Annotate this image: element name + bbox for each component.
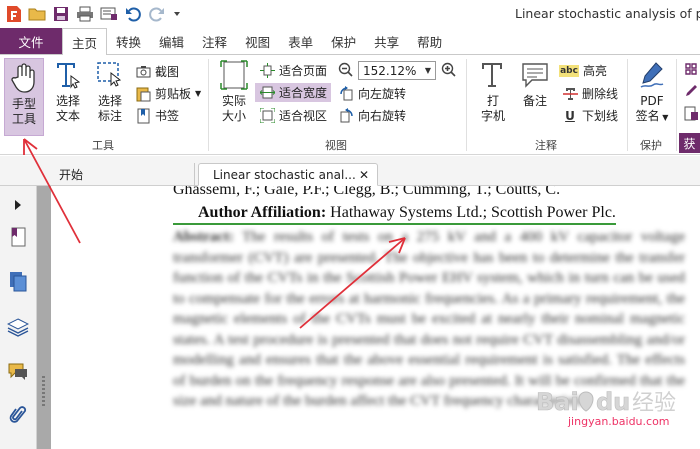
select-text-button[interactable]: 选择 文本 <box>49 58 87 124</box>
pen-sign-icon <box>636 58 668 92</box>
screenshot-button[interactable]: 截图 <box>135 62 179 81</box>
comments-panel-icon[interactable] <box>7 361 29 383</box>
bookmark-panel-icon[interactable] <box>7 226 29 248</box>
email-icon[interactable] <box>100 5 118 23</box>
expand-panel-icon[interactable] <box>7 194 29 216</box>
rotate-left-button[interactable]: 向左旋转 <box>338 84 406 103</box>
group-label-tools: 工具 <box>92 139 114 152</box>
rotate-right-button[interactable]: 向右旋转 <box>338 106 406 125</box>
svg-text:经验: 经验 <box>632 391 676 416</box>
select-annotation-icon <box>94 58 126 92</box>
customize-toolbar-icon[interactable] <box>172 5 182 23</box>
highlight-button[interactable]: abc 高亮 <box>559 61 607 80</box>
stamp-icon[interactable] <box>683 83 699 102</box>
title-bar: Linear stochastic analysis of po <box>0 0 700 28</box>
zoom-in-icon[interactable] <box>441 62 457 81</box>
get-more-button[interactable]: 获 <box>679 133 700 153</box>
layers-panel-icon[interactable] <box>7 316 29 338</box>
svg-text:Bai: Bai <box>536 388 579 416</box>
tab-form[interactable]: 表单 <box>279 28 322 54</box>
print-icon[interactable] <box>76 5 94 23</box>
group-divider <box>208 59 209 151</box>
actual-size-button[interactable]: 实际 大小 <box>215 58 253 124</box>
tab-help[interactable]: 帮助 <box>408 28 451 54</box>
clipboard-icon <box>135 86 151 102</box>
fit-width-icon <box>259 85 275 101</box>
save-icon[interactable] <box>52 5 70 23</box>
open-folder-icon[interactable] <box>28 5 46 23</box>
document-tab-bar: 开始 Linear stochastic anal... ✕ <box>0 156 700 186</box>
actual-size-icon <box>218 58 250 92</box>
tab-view[interactable]: 视图 <box>236 28 279 54</box>
typewriter-button[interactable]: 打 字机 <box>474 58 512 124</box>
paw-icon <box>578 391 594 412</box>
tab-document[interactable]: Linear stochastic anal... ✕ <box>198 163 378 186</box>
tab-comment[interactable]: 注释 <box>193 28 236 54</box>
document-affiliation: Author Affiliation: Hathaway Systems Ltd… <box>173 203 616 225</box>
underline-icon: U <box>565 108 575 123</box>
strikeout-button[interactable]: 删除线 <box>562 84 618 103</box>
chevron-down-icon: ▼ <box>195 89 202 98</box>
tab-protect[interactable]: 保护 <box>322 28 365 54</box>
document-security-icon[interactable] <box>683 106 699 125</box>
strikeout-icon <box>562 86 578 102</box>
panel-resize-handle[interactable] <box>37 186 51 449</box>
watermark-url: jingyan.baidu.com <box>568 415 670 428</box>
chevron-down-icon: ▼ <box>659 113 669 122</box>
rotate-right-icon <box>338 108 354 124</box>
pages-panel-icon[interactable] <box>7 270 29 292</box>
clipboard-button[interactable]: 剪贴板 ▼ <box>135 84 201 103</box>
fit-page-icon <box>259 63 275 79</box>
grid-icon[interactable] <box>683 61 699 80</box>
group-label-protect: 保护 <box>640 139 662 152</box>
zoom-level-select[interactable]: 152.12% ▼ <box>358 61 436 80</box>
bookmark-icon <box>135 108 151 124</box>
group-label-view: 视图 <box>325 139 347 152</box>
fit-visible-button[interactable]: 适合视区 <box>259 106 327 125</box>
tab-edit[interactable]: 编辑 <box>150 28 193 54</box>
group-label-comment: 注释 <box>535 139 557 152</box>
group-divider <box>627 59 628 151</box>
svg-text:du: du <box>596 388 630 416</box>
undo-icon[interactable] <box>124 5 142 23</box>
tab-home[interactable]: 主页 <box>62 28 108 55</box>
camera-icon <box>135 64 151 80</box>
group-divider <box>466 59 467 151</box>
fit-width-button[interactable]: 适合宽度 <box>255 83 332 102</box>
fit-visible-icon <box>259 108 275 124</box>
navigation-panel <box>0 186 37 449</box>
tab-share[interactable]: 共享 <box>365 28 408 54</box>
app-logo-icon[interactable] <box>4 5 22 23</box>
group-divider <box>676 59 677 151</box>
fit-page-button[interactable]: 适合页面 <box>259 61 327 80</box>
hand-icon <box>8 61 40 95</box>
tab-start[interactable]: 开始 <box>45 163 195 186</box>
quick-access-toolbar <box>0 0 182 28</box>
ribbon-tab-bar: 文件 主页 转换 编辑 注释 视图 表单 保护 共享 帮助 <box>0 28 700 55</box>
attachment-icon[interactable] <box>7 404 29 426</box>
highlight-icon: abc <box>559 64 579 77</box>
tab-convert[interactable]: 转换 <box>107 28 150 54</box>
bookmark-button[interactable]: 书签 <box>135 106 179 125</box>
close-icon[interactable]: ✕ <box>359 168 369 182</box>
pdf-sign-button[interactable]: PDF 签名 ▼ <box>632 58 672 125</box>
hand-tool-button[interactable]: 手型 工具 <box>4 58 44 136</box>
select-annotation-button[interactable]: 选择 标注 <box>91 58 129 124</box>
zoom-out-icon[interactable] <box>338 62 354 81</box>
ribbon: 手型 工具 选择 文本 选择 标注 截图 剪贴板 ▼ 书签 工具 实际 大小 适… <box>0 54 700 155</box>
tab-file[interactable]: 文件 <box>0 28 62 54</box>
note-button[interactable]: 备注 <box>516 58 554 109</box>
chevron-down-icon: ▼ <box>424 66 432 75</box>
text-cursor-icon <box>52 58 84 92</box>
document-authors: Ghassemi, F.; Gale, P.F.; Clegg, B.; Cum… <box>173 186 561 198</box>
rotate-left-icon <box>338 86 354 102</box>
underline-button[interactable]: U 下划线 <box>562 106 618 125</box>
note-icon <box>519 58 551 92</box>
typewriter-icon <box>477 58 509 92</box>
redo-icon[interactable] <box>148 5 166 23</box>
window-title: Linear stochastic analysis of po <box>515 6 700 21</box>
